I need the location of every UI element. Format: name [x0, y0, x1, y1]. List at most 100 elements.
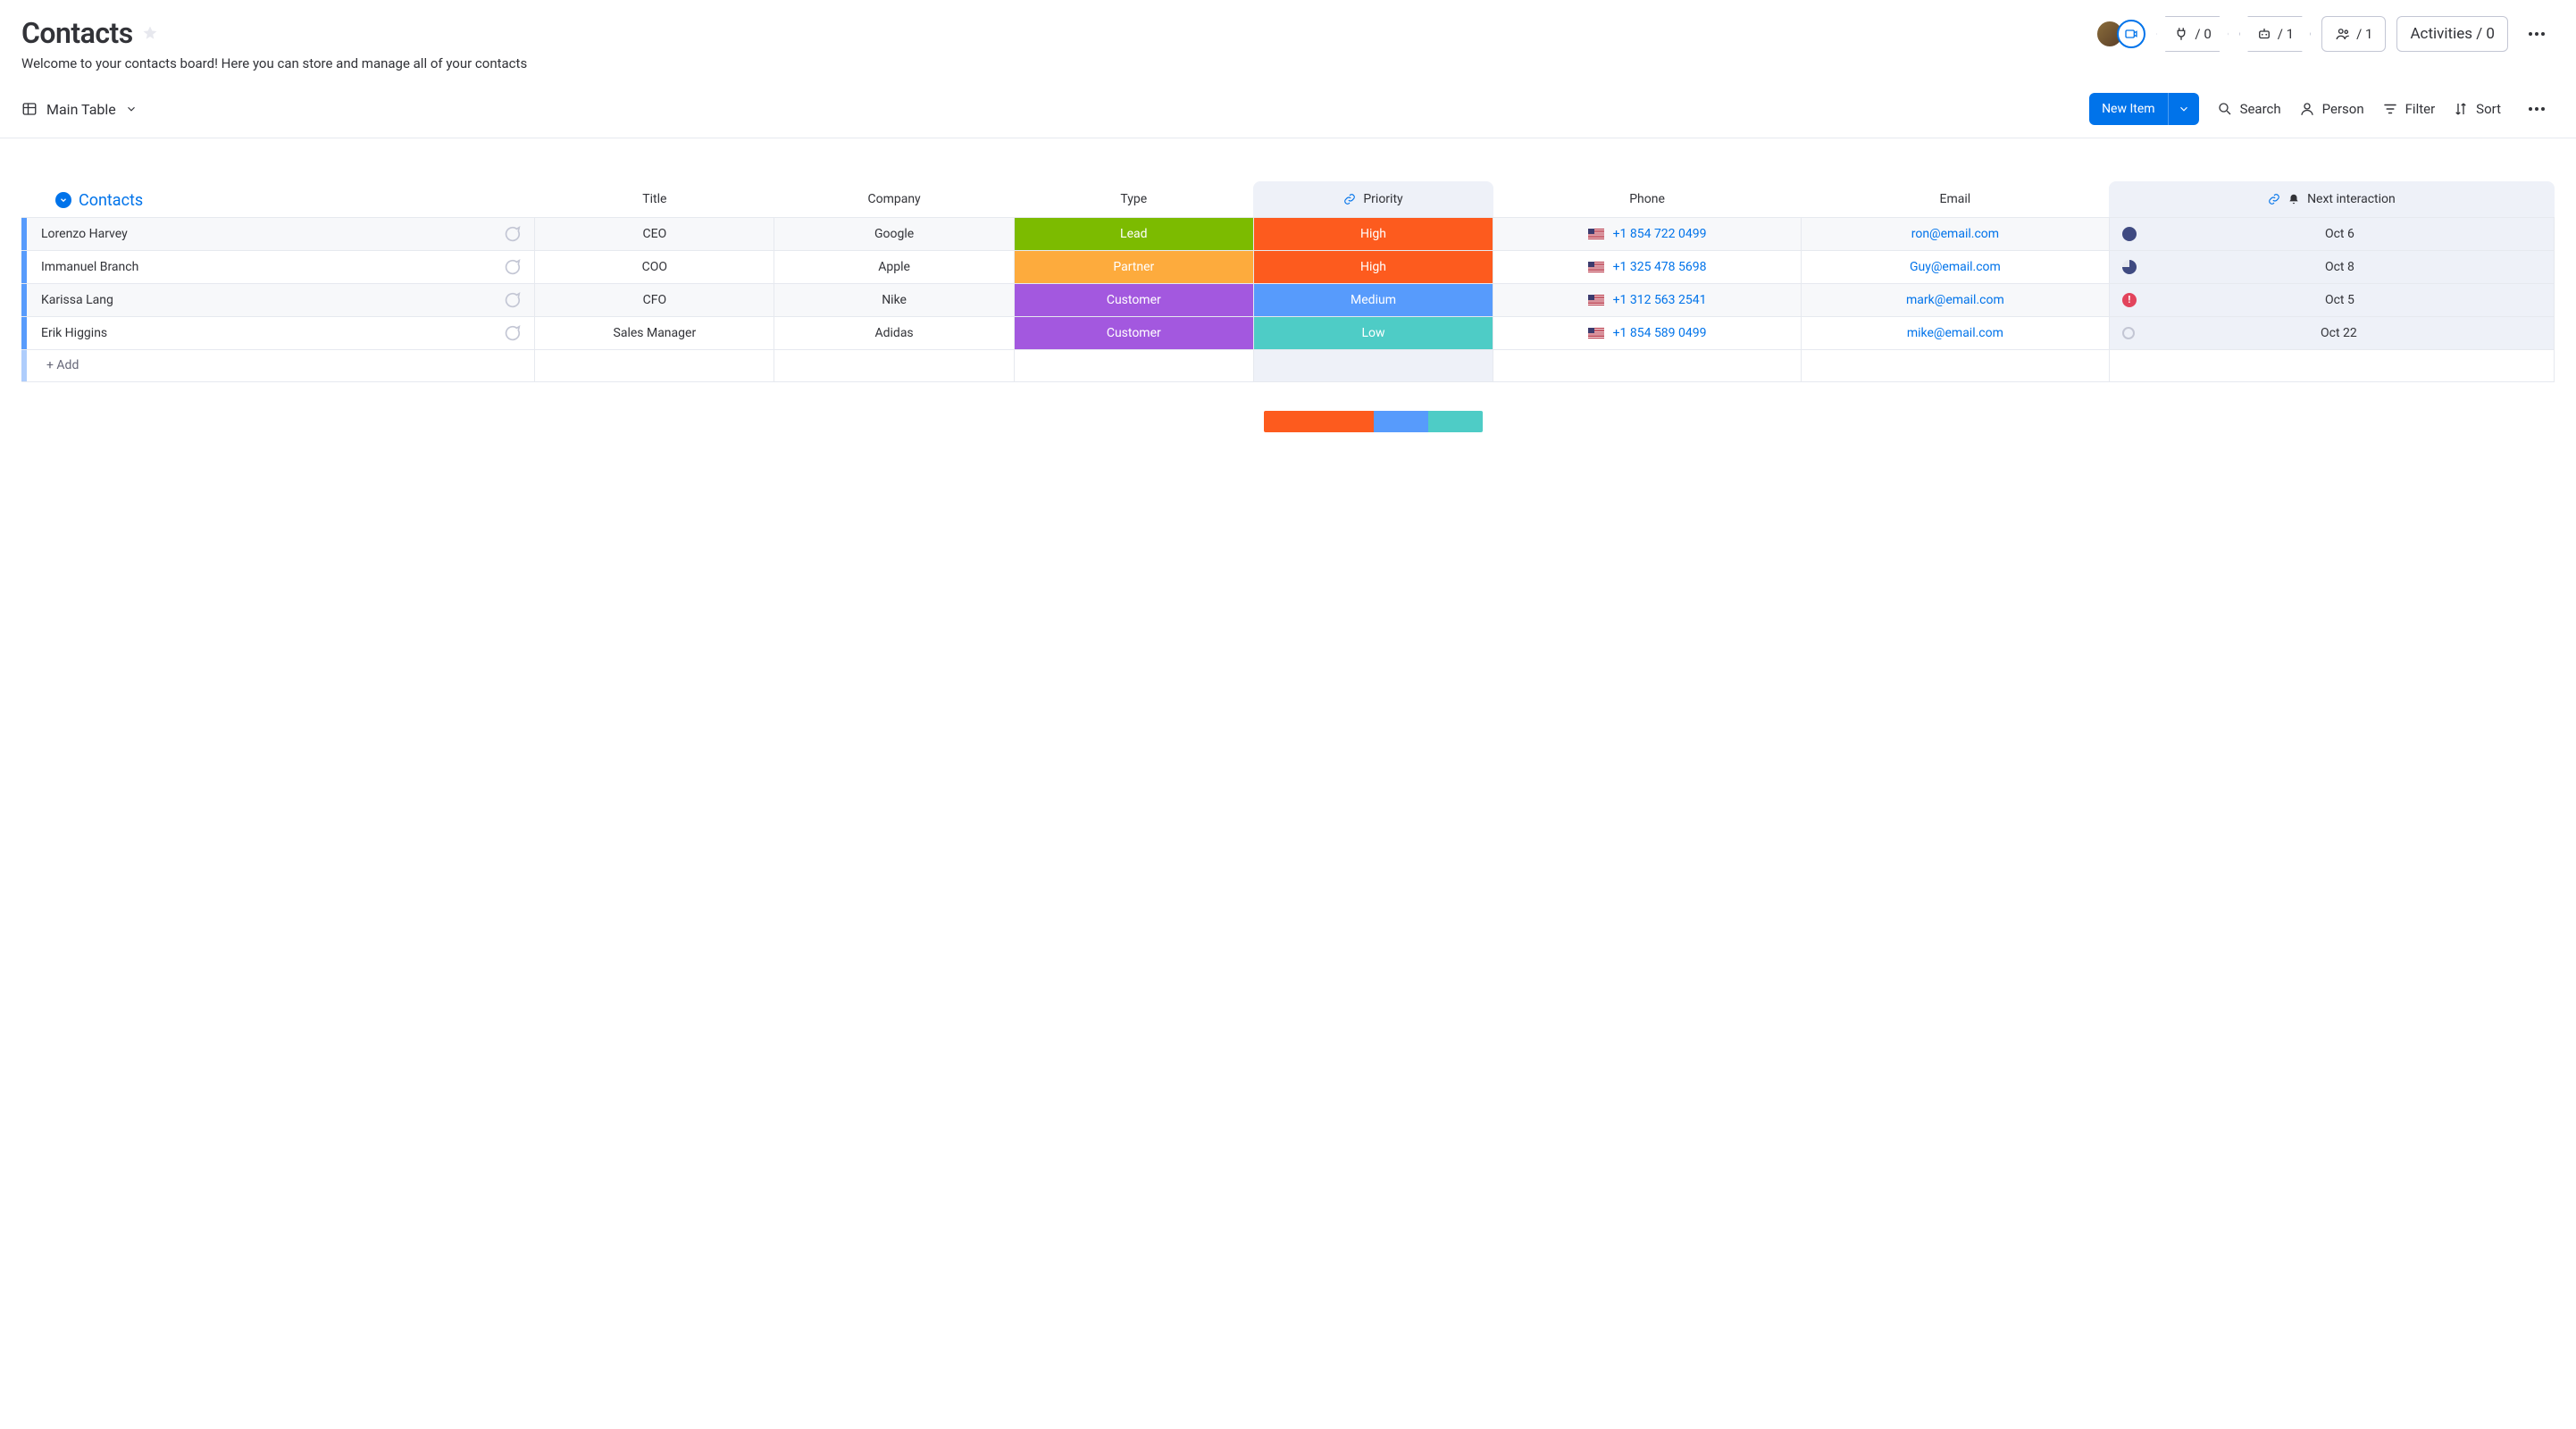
- favorite-star-icon[interactable]: [142, 25, 158, 41]
- board-menu-button[interactable]: [2519, 16, 2555, 52]
- chat-icon[interactable]: [502, 224, 522, 244]
- add-row-label: + Add: [46, 358, 79, 372]
- summary-segment: [1374, 411, 1428, 432]
- type-cell[interactable]: Customer: [1014, 283, 1253, 316]
- sort-label: Sort: [2476, 101, 2501, 117]
- person-label: Person: [2322, 101, 2364, 117]
- search-label: Search: [2240, 101, 2281, 117]
- company-cell[interactable]: Apple: [774, 250, 1014, 283]
- members-button[interactable]: / 1: [2321, 16, 2386, 52]
- table-icon: [21, 101, 38, 117]
- flag-us-icon: [1588, 328, 1604, 338]
- contact-name: Karissa Lang: [41, 293, 113, 307]
- collapse-toggle-icon[interactable]: [55, 192, 71, 208]
- integrations-button[interactable]: / 0: [2156, 16, 2228, 52]
- title-cell[interactable]: CFO: [535, 283, 774, 316]
- summary-segment: [1428, 411, 1483, 432]
- kebab-icon: [2529, 107, 2545, 111]
- link-icon: [1343, 193, 1356, 205]
- filter-label: Filter: [2405, 101, 2436, 117]
- filter-button[interactable]: Filter: [2382, 101, 2436, 117]
- contact-name: Erik Higgins: [41, 326, 107, 340]
- status-indicator-icon: !: [2122, 293, 2137, 307]
- sort-button[interactable]: Sort: [2453, 101, 2501, 117]
- next-interaction-cell[interactable]: ! Oct 5: [2109, 283, 2554, 316]
- company-cell[interactable]: Nike: [774, 283, 1014, 316]
- priority-cell[interactable]: High: [1253, 250, 1493, 283]
- robot-icon: [2256, 26, 2272, 42]
- toolbar-menu-button[interactable]: [2519, 91, 2555, 127]
- table-row[interactable]: Lorenzo Harvey CEO Google Lead High +1 8…: [21, 217, 2555, 250]
- col-priority[interactable]: Priority: [1253, 181, 1493, 217]
- email-cell[interactable]: mike@email.com: [1801, 316, 2109, 349]
- view-label: Main Table: [46, 101, 116, 118]
- person-icon: [2299, 101, 2315, 117]
- contacts-table: Contacts Title Company Type Priority Pho…: [21, 181, 2555, 443]
- automations-button[interactable]: / 1: [2239, 16, 2311, 52]
- search-button[interactable]: Search: [2217, 101, 2281, 117]
- table-row[interactable]: Erik Higgins Sales Manager Adidas Custom…: [21, 316, 2555, 349]
- bell-icon: [2287, 193, 2300, 205]
- email-cell[interactable]: mark@email.com: [1801, 283, 2109, 316]
- presence-badge-icon: [2117, 20, 2145, 48]
- phone-cell[interactable]: +1 854 722 0499: [1493, 217, 1802, 250]
- filter-icon: [2382, 101, 2398, 117]
- group-header[interactable]: Contacts: [55, 191, 534, 210]
- email-cell[interactable]: Guy@email.com: [1801, 250, 2109, 283]
- board-viewers[interactable]: [2095, 20, 2145, 48]
- type-cell[interactable]: Lead: [1014, 217, 1253, 250]
- chevron-down-icon: [2178, 103, 2190, 115]
- col-company[interactable]: Company: [774, 181, 1014, 217]
- title-cell[interactable]: COO: [535, 250, 774, 283]
- title-cell[interactable]: Sales Manager: [535, 316, 774, 349]
- chevron-down-icon: [125, 103, 138, 115]
- activities-label: Activities / 0: [2410, 25, 2495, 43]
- col-type[interactable]: Type: [1014, 181, 1253, 217]
- company-cell[interactable]: Adidas: [774, 316, 1014, 349]
- chat-icon[interactable]: [502, 323, 522, 343]
- automations-count: / 1: [2278, 26, 2294, 42]
- phone-cell[interactable]: +1 854 589 0499: [1493, 316, 1802, 349]
- chat-icon[interactable]: [502, 257, 522, 277]
- phone-cell[interactable]: +1 325 478 5698: [1493, 250, 1802, 283]
- add-row[interactable]: + Add: [21, 349, 2555, 381]
- email-cell[interactable]: ron@email.com: [1801, 217, 2109, 250]
- chat-icon[interactable]: [502, 290, 522, 310]
- col-title[interactable]: Title: [535, 181, 774, 217]
- integrations-count: / 0: [2195, 26, 2211, 42]
- page-subtitle: Welcome to your contacts board! Here you…: [21, 55, 527, 71]
- new-item-button[interactable]: New Item: [2089, 93, 2199, 125]
- priority-cell[interactable]: Low: [1253, 316, 1493, 349]
- priority-summary: [1253, 381, 1493, 443]
- flag-us-icon: [1588, 229, 1604, 239]
- table-row[interactable]: Immanuel Branch COO Apple Partner High +…: [21, 250, 2555, 283]
- next-interaction-cell[interactable]: Oct 8: [2109, 250, 2554, 283]
- contact-name: Lorenzo Harvey: [41, 227, 128, 241]
- priority-cell[interactable]: Medium: [1253, 283, 1493, 316]
- title-cell[interactable]: CEO: [535, 217, 774, 250]
- priority-cell[interactable]: High: [1253, 217, 1493, 250]
- new-item-dropdown[interactable]: [2168, 93, 2199, 125]
- phone-cell[interactable]: +1 312 563 2541: [1493, 283, 1802, 316]
- company-cell[interactable]: Google: [774, 217, 1014, 250]
- person-filter-button[interactable]: Person: [2299, 101, 2364, 117]
- col-email[interactable]: Email: [1801, 181, 2109, 217]
- group-name: Contacts: [79, 191, 143, 210]
- sort-icon: [2453, 101, 2469, 117]
- plug-icon: [2173, 26, 2189, 42]
- status-indicator-icon: [2122, 227, 2137, 241]
- table-row[interactable]: Karissa Lang CFO Nike Customer Medium +1…: [21, 283, 2555, 316]
- view-selector[interactable]: Main Table: [21, 101, 138, 118]
- col-phone[interactable]: Phone: [1493, 181, 1802, 217]
- next-interaction-cell[interactable]: Oct 22: [2109, 316, 2554, 349]
- page-title: Contacts: [21, 16, 133, 50]
- members-count: / 1: [2356, 26, 2372, 42]
- col-next-interaction[interactable]: Next interaction: [2109, 181, 2554, 217]
- search-icon: [2217, 101, 2233, 117]
- next-interaction-cell[interactable]: Oct 6: [2109, 217, 2554, 250]
- type-cell[interactable]: Customer: [1014, 316, 1253, 349]
- activities-button[interactable]: Activities / 0: [2396, 16, 2508, 52]
- type-cell[interactable]: Partner: [1014, 250, 1253, 283]
- status-indicator-icon: [2122, 260, 2137, 274]
- summary-segment: [1264, 411, 1373, 432]
